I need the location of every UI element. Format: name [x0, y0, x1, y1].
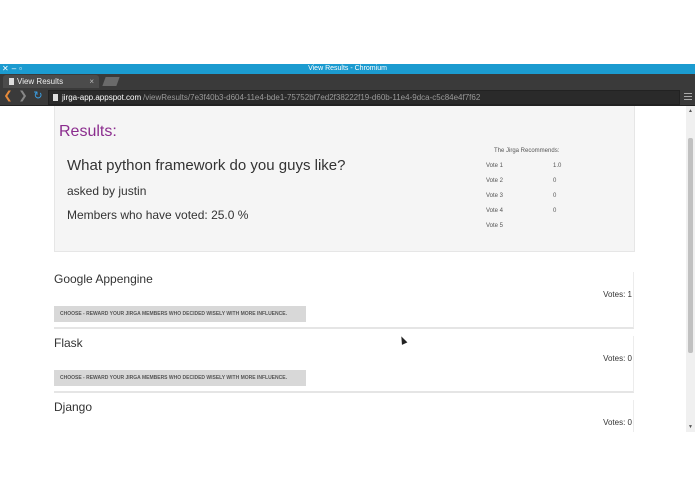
- vote-row: Vote 1 1.0: [485, 163, 595, 173]
- page-scrollbar[interactable]: ▲ ▼: [686, 106, 695, 432]
- vote-label: Vote 1: [486, 163, 504, 169]
- menu-icon[interactable]: [684, 91, 692, 101]
- page-icon: [9, 78, 14, 85]
- choose-button[interactable]: CHOOSE - REWARD YOUR JIRGA MEMBERS WHO D…: [54, 306, 306, 322]
- minimize-icon[interactable]: –: [12, 64, 16, 74]
- back-icon[interactable]: ❮: [2, 89, 14, 103]
- vote-value: 1.0: [553, 163, 562, 169]
- vote-label: Vote 2: [486, 178, 504, 184]
- votes-count: Votes: 1: [603, 290, 632, 299]
- option-card: Flask Votes: 0 CHOOSE - REWARD YOUR JIRG…: [54, 336, 634, 393]
- vote-row: Vote 5: [485, 223, 595, 233]
- tab-strip: View Results ×: [0, 74, 695, 88]
- url-path: /viewResults/7e3f40b3-d604-11e4-bde1-757…: [143, 93, 481, 102]
- page-icon: [53, 94, 58, 101]
- option-name: Flask: [54, 336, 83, 350]
- scrollbar-thumb[interactable]: [688, 138, 693, 353]
- tab-close-icon[interactable]: ×: [89, 75, 94, 88]
- vote-value: 0: [553, 193, 557, 199]
- maximize-icon[interactable]: ▫: [19, 64, 22, 74]
- results-heading: Results:: [59, 123, 117, 140]
- tab-view-results[interactable]: View Results ×: [3, 75, 99, 88]
- recommendation-title: The Jirga Recommends:: [494, 148, 560, 154]
- browser-window: ✕ – ▫ View Results - Chromium View Resul…: [0, 64, 695, 432]
- vote-label: Vote 4: [486, 208, 504, 214]
- window-controls: ✕ – ▫: [2, 64, 22, 74]
- vote-row: Vote 2 0: [485, 178, 595, 188]
- option-card: Google Appengine Votes: 1 CHOOSE - REWAR…: [54, 272, 634, 329]
- vote-row: Vote 3 0: [485, 193, 595, 203]
- vote-value: 0: [553, 208, 557, 214]
- new-tab-button[interactable]: [102, 77, 120, 86]
- browser-toolbar: ❮ ❯ ↻ jirga-app.appspot.com /viewResults…: [0, 88, 695, 106]
- url-host: jirga-app.appspot.com: [62, 93, 142, 102]
- title-bar: ✕ – ▫ View Results - Chromium: [0, 64, 695, 74]
- vote-label: Vote 3: [486, 193, 504, 199]
- address-bar[interactable]: jirga-app.appspot.com /viewResults/7e3f4…: [48, 90, 680, 105]
- forward-icon[interactable]: ❯: [17, 89, 29, 103]
- results-panel: Results: What python framework do you gu…: [54, 106, 635, 252]
- members-voted: Members who have voted: 25.0 %: [67, 208, 249, 222]
- asked-by: asked by justin: [67, 184, 147, 198]
- scroll-down-icon[interactable]: ▼: [688, 424, 693, 430]
- vote-value: 0: [553, 178, 557, 184]
- poll-question: What python framework do you guys like?: [67, 157, 346, 174]
- close-icon[interactable]: ✕: [2, 64, 9, 74]
- option-name: Django: [54, 400, 93, 414]
- window-title: View Results - Chromium: [308, 65, 387, 72]
- votes-count: Votes: 0: [603, 354, 632, 363]
- tab-title: View Results: [17, 77, 64, 86]
- choose-button[interactable]: CHOOSE - REWARD YOUR JIRGA MEMBERS WHO D…: [54, 370, 306, 386]
- vote-row: Vote 4 0: [485, 208, 595, 218]
- scroll-up-icon[interactable]: ▲: [688, 108, 693, 114]
- option-name: Google Appengine: [54, 272, 153, 286]
- vote-label: Vote 5: [486, 223, 504, 229]
- reload-icon[interactable]: ↻: [32, 89, 44, 103]
- page-viewport: Results: What python framework do you gu…: [0, 106, 686, 432]
- option-card: Django Votes: 0: [54, 400, 634, 432]
- votes-count: Votes: 0: [603, 418, 632, 427]
